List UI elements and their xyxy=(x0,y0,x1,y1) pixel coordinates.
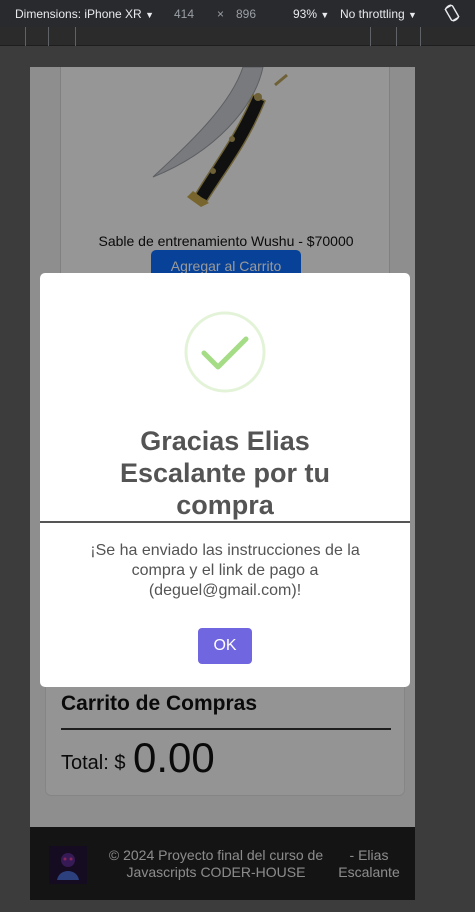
modal-message: ¡Se ha enviado las instrucciones de la c… xyxy=(90,542,360,599)
zoom-dropdown[interactable]: 93% ▼ xyxy=(293,7,329,21)
chevron-down-icon: ▼ xyxy=(145,10,154,20)
success-check-icon xyxy=(184,311,266,393)
height-input[interactable]: 896 xyxy=(236,7,256,21)
media-query-ruler xyxy=(0,27,475,46)
device-dimensions-dropdown[interactable]: Dimensions: iPhone XR ▼ xyxy=(15,7,154,21)
width-input[interactable]: 414 xyxy=(174,7,194,21)
modal-divider xyxy=(40,521,410,523)
rotate-icon[interactable] xyxy=(443,4,461,22)
ok-button[interactable]: OK xyxy=(198,628,252,664)
chevron-down-icon: ▼ xyxy=(408,10,417,20)
purchase-confirmation-modal: Gracias Elias Escalante por tu compra ¡S… xyxy=(40,273,410,687)
chevron-down-icon: ▼ xyxy=(320,10,330,20)
throttling-dropdown[interactable]: No throttling ▼ xyxy=(340,7,417,21)
devtools-toolbar: Dimensions: iPhone XR ▼ 414 × 896 93% ▼ … xyxy=(0,0,475,27)
modal-title: Gracias Elias Escalante por tu compra xyxy=(119,426,331,520)
dimension-separator: × xyxy=(217,7,225,21)
